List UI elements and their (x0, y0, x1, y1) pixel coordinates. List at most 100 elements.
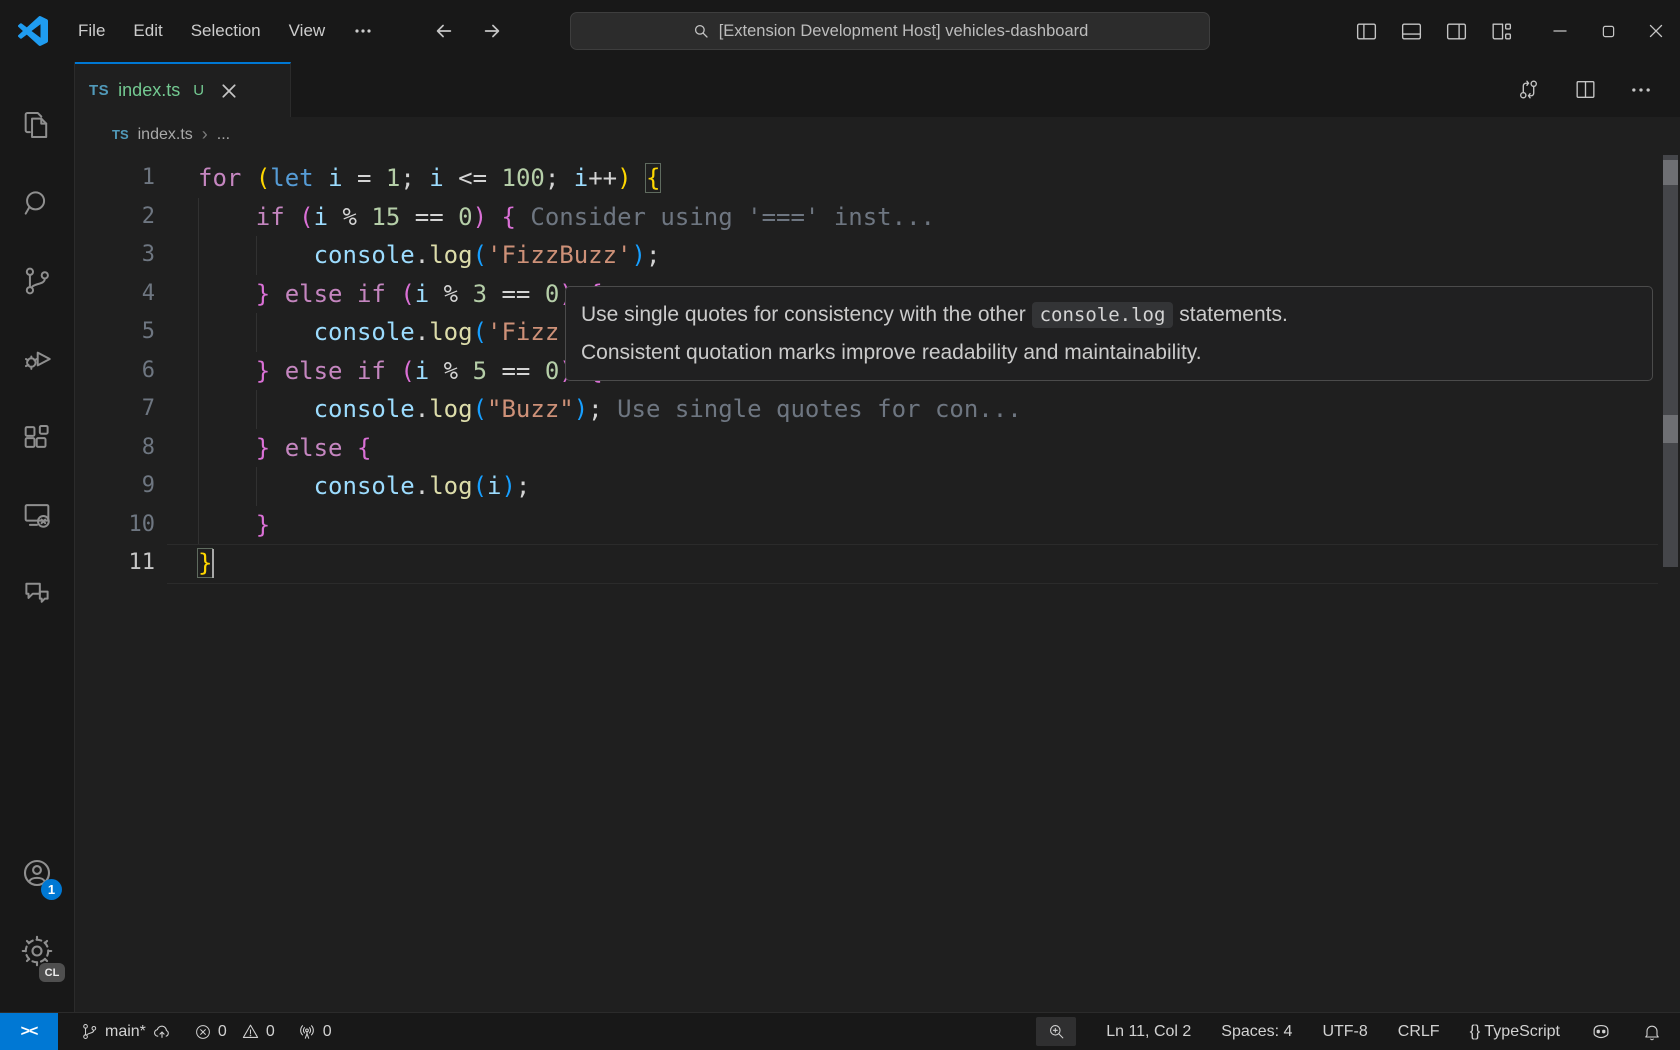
line-number-gutter: 1234567891011 (75, 159, 155, 583)
open-changes-icon[interactable] (1516, 77, 1541, 102)
search-icon (20, 186, 54, 220)
tab-label: index.ts (118, 80, 180, 101)
scrollbar[interactable] (1663, 155, 1678, 567)
language-mode[interactable]: {} TypeScript (1470, 1023, 1560, 1041)
line-number[interactable]: 3 (75, 236, 155, 275)
menu-view[interactable]: View (275, 0, 340, 62)
activitybar-remote-explorer[interactable] (0, 476, 74, 554)
typescript-file-icon: TS (112, 127, 129, 142)
line-number[interactable]: 9 (75, 467, 155, 506)
activitybar-source-control[interactable] (0, 242, 74, 320)
settings-badge: CL (39, 963, 65, 982)
branch-name: main* (105, 1023, 146, 1041)
breadcrumb-file[interactable]: index.ts (138, 126, 193, 144)
line-number[interactable]: 7 (75, 390, 155, 429)
accounts-badge: 1 (41, 879, 62, 900)
search-text: [Extension Development Host] vehicles-da… (719, 22, 1089, 41)
activitybar-comments[interactable] (0, 554, 74, 632)
vscode-logo-icon (18, 16, 48, 46)
radio-tower-icon (297, 1022, 317, 1042)
code-line[interactable]: console.log(i); (198, 467, 1022, 506)
hover-line-1: Use single quotes for consistency with t… (581, 296, 1637, 334)
split-editor-icon[interactable] (1573, 77, 1598, 102)
code-line[interactable]: } (198, 506, 1022, 545)
remote-indicator[interactable]: >< (0, 1013, 58, 1050)
breadcrumb-more[interactable]: ... (217, 126, 230, 144)
eol-sequence[interactable]: CRLF (1398, 1023, 1440, 1041)
publish-cloud-icon (152, 1022, 172, 1042)
menu-edit[interactable]: Edit (119, 0, 176, 62)
bracket-match: { (646, 164, 660, 192)
line-number[interactable]: 5 (75, 313, 155, 352)
code-line[interactable]: console.log("Buzz"); Use single quotes f… (198, 390, 1022, 429)
remote-explorer-icon (20, 498, 54, 532)
code-line[interactable]: } (198, 544, 1022, 583)
customize-layout-icon[interactable] (1489, 19, 1514, 44)
activitybar-search[interactable] (0, 164, 74, 242)
tab-index-ts[interactable]: TS index.ts U (75, 62, 291, 117)
code-line[interactable]: console.log('FizzBuzz'); (198, 236, 1022, 275)
code-line[interactable]: for (let i = 1; i <= 100; i++) { (198, 159, 1022, 198)
nav-forward-icon[interactable] (481, 20, 503, 42)
line-number[interactable]: 11 (75, 544, 155, 583)
code-line[interactable]: } else { (198, 429, 1022, 468)
window-close-button[interactable] (1632, 0, 1680, 62)
copilot-icon[interactable] (1590, 1021, 1612, 1043)
activitybar-run-debug[interactable] (0, 320, 74, 398)
line-number[interactable]: 8 (75, 429, 155, 468)
breadcrumb[interactable]: TS index.ts › ... (75, 117, 1680, 152)
zoom-status-button[interactable] (1036, 1017, 1076, 1046)
activitybar-accounts[interactable]: 1 (0, 834, 74, 912)
menu-file[interactable]: File (64, 0, 119, 62)
toggle-secondary-sidebar-icon[interactable] (1444, 19, 1469, 44)
error-count: 0 (218, 1023, 227, 1041)
zoom-in-icon (1047, 1022, 1066, 1041)
warnings-icon (241, 1022, 260, 1041)
errors-icon (194, 1023, 212, 1041)
code-editor[interactable]: 1234567891011 for (let i = 1; i <= 100; … (75, 152, 1680, 1012)
encoding[interactable]: UTF-8 (1322, 1023, 1367, 1041)
comments-icon (20, 576, 54, 610)
command-center-search[interactable]: [Extension Development Host] vehicles-da… (570, 12, 1210, 50)
tab-git-status: U (193, 82, 204, 99)
inline-code: console.log (1032, 302, 1174, 328)
ports-count: 0 (323, 1023, 332, 1041)
menu-overflow-icon[interactable] (339, 0, 387, 62)
overview-ruler-mark (1663, 160, 1678, 185)
cursor-position[interactable]: Ln 11, Col 2 (1106, 1023, 1191, 1041)
toggle-sidebar-icon[interactable] (1354, 19, 1379, 44)
extensions-icon (20, 420, 54, 454)
problems-item[interactable]: 0 0 (194, 1022, 275, 1041)
activitybar-extensions[interactable] (0, 398, 74, 476)
ports-item[interactable]: 0 (297, 1022, 332, 1042)
hover-tooltip: Use single quotes for consistency with t… (565, 286, 1653, 381)
files-icon (20, 108, 54, 142)
line-number[interactable]: 2 (75, 198, 155, 237)
menu-bar: File Edit Selection View (64, 0, 387, 62)
git-branch-item[interactable]: main* (80, 1022, 172, 1042)
code-line[interactable]: if (i % 15 == 0) { Consider using '===' … (198, 198, 1022, 237)
overview-ruler-mark (1663, 415, 1678, 443)
toggle-panel-icon[interactable] (1399, 19, 1424, 44)
nav-back-icon[interactable] (433, 20, 455, 42)
line-number[interactable]: 6 (75, 352, 155, 391)
menu-selection[interactable]: Selection (177, 0, 275, 62)
text-cursor (212, 549, 214, 578)
window-minimize-button[interactable] (1536, 0, 1584, 62)
source-control-icon (20, 264, 54, 298)
window-maximize-button[interactable] (1584, 0, 1632, 62)
notifications-bell-icon[interactable] (1642, 1022, 1662, 1042)
typescript-file-icon: TS (89, 82, 109, 99)
indentation[interactable]: Spaces: 4 (1221, 1023, 1292, 1041)
tab-close-icon[interactable] (221, 83, 237, 99)
activitybar-settings[interactable]: CL (0, 912, 74, 990)
title-bar: File Edit Selection View [Extension Deve… (0, 0, 1680, 62)
tab-bar: TS index.ts U (75, 62, 1680, 117)
line-number[interactable]: 10 (75, 506, 155, 545)
more-actions-icon[interactable] (1630, 79, 1652, 101)
search-icon (692, 22, 710, 40)
line-number[interactable]: 1 (75, 159, 155, 198)
activity-bar: 1 CL (0, 62, 75, 1012)
line-number[interactable]: 4 (75, 275, 155, 314)
activitybar-explorer[interactable] (0, 86, 74, 164)
